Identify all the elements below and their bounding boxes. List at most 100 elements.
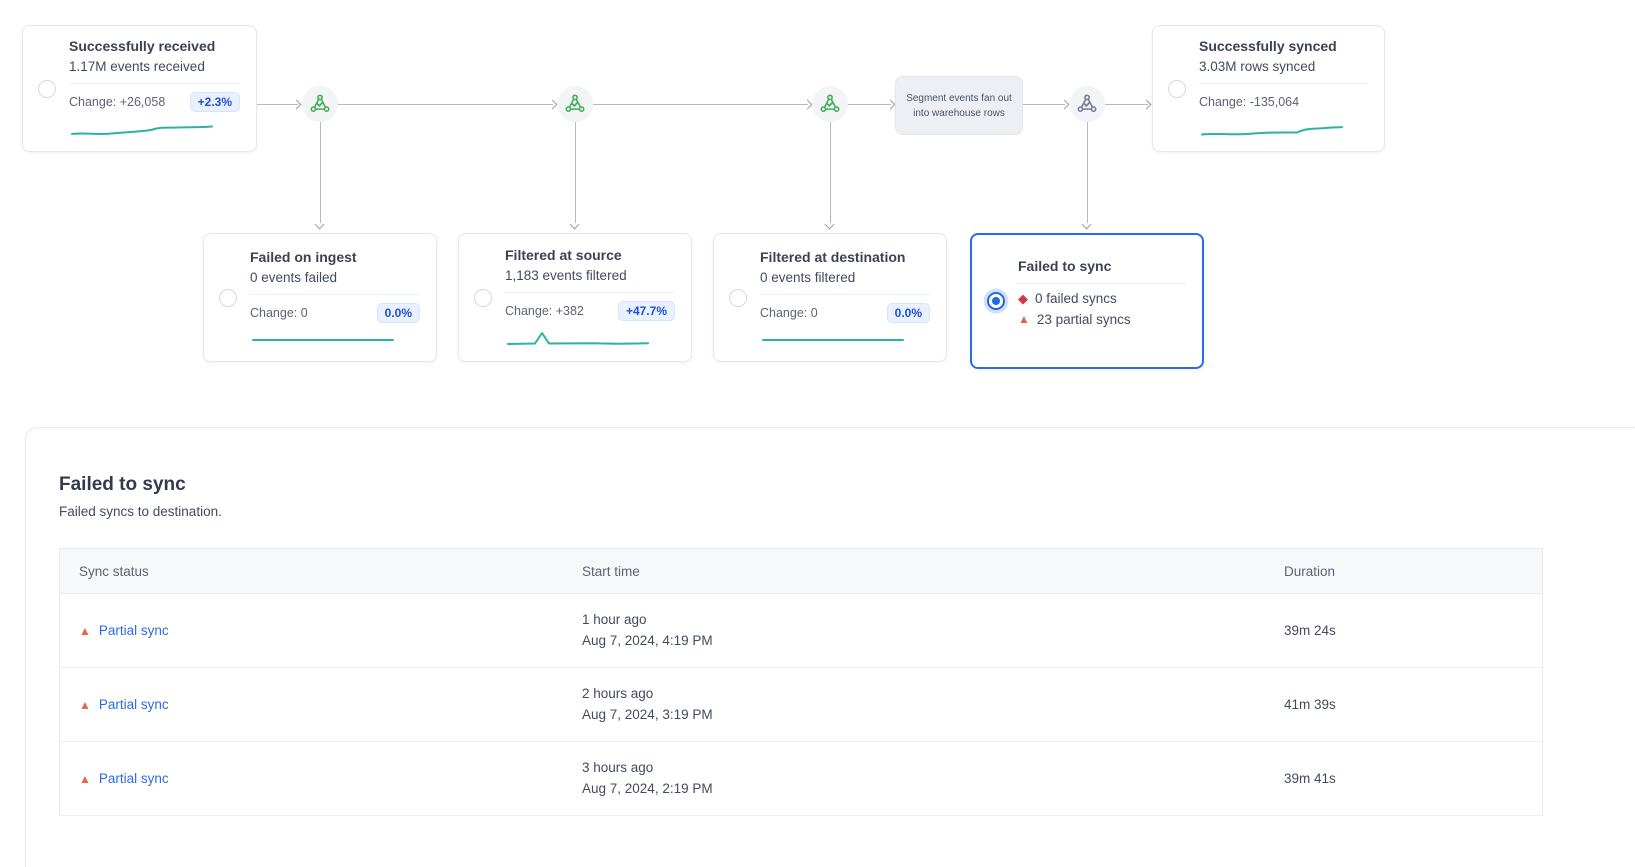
card-title: Failed on ingest	[250, 249, 420, 265]
connector-line	[575, 122, 576, 223]
arrow-right-icon	[548, 99, 558, 109]
card-title: Successfully synced	[1199, 38, 1368, 54]
timestamp: Aug 7, 2024, 3:19 PM	[582, 705, 1265, 725]
column-header-start-time: Start time	[562, 564, 1265, 579]
metric-card-failed-on-ingest[interactable]: Failed on ingest 0 events failed Change:…	[203, 233, 437, 362]
change-badge: 0.0%	[887, 303, 930, 323]
card-content: Successfully received 1.17M events recei…	[69, 38, 240, 139]
sparkline-synced-icon	[1199, 121, 1345, 139]
sync-table-row: ▲ Partial sync 1 hour ago Aug 7, 2024, 4…	[60, 594, 1542, 668]
arrow-right-icon	[803, 99, 813, 109]
timestamp: Aug 7, 2024, 4:19 PM	[582, 631, 1265, 651]
relative-time: 2 hours ago	[582, 684, 1265, 704]
fanout-note: Segment events fan out into warehouse ro…	[895, 76, 1023, 135]
radio-failed-to-sync[interactable]	[987, 292, 1005, 310]
sparkline-flat-icon	[760, 332, 906, 346]
failed-to-sync-panel: Failed to sync Failed syncs to destinati…	[25, 427, 1635, 867]
duration-cell: 41m 39s	[1265, 697, 1544, 712]
change-label: Change: 0	[250, 306, 308, 320]
column-header-sync-status: Sync status	[60, 564, 562, 579]
connector-line	[1087, 122, 1088, 223]
change-badge: +2.3%	[190, 92, 240, 112]
relative-time: 1 hour ago	[582, 610, 1265, 630]
card-subtitle: 3.03M rows synced	[1199, 59, 1368, 74]
triangle-warning-icon: ▲	[79, 625, 91, 637]
change-badge: +47.7%	[618, 301, 675, 321]
partial-sync-link[interactable]: Partial sync	[99, 771, 169, 786]
change-label: Change: -135,064	[1199, 95, 1299, 109]
sync-table: Sync status Start time Duration ▲ Partia…	[59, 548, 1543, 816]
arrow-down-icon	[1082, 220, 1092, 230]
diamond-error-icon: ◆	[1018, 292, 1028, 305]
duration-cell: 39m 24s	[1265, 623, 1544, 638]
card-title: Failed to sync	[1018, 258, 1186, 274]
arrow-down-icon	[315, 220, 325, 230]
metric-card-successfully-received[interactable]: Successfully received 1.17M events recei…	[22, 25, 257, 152]
card-content: Filtered at source 1,183 events filtered…	[505, 247, 675, 348]
pipeline-node-network-check-icon	[557, 86, 593, 122]
radio-filtered-at-source[interactable]	[474, 289, 492, 307]
triangle-warning-icon: ▲	[79, 773, 91, 785]
arrow-down-icon	[825, 220, 835, 230]
divider	[760, 294, 930, 295]
arrow-right-icon	[292, 99, 302, 109]
sync-table-body: ▲ Partial sync 1 hour ago Aug 7, 2024, 4…	[60, 594, 1542, 816]
partial-sync-link[interactable]: Partial sync	[99, 697, 169, 712]
relative-time: 3 hours ago	[582, 758, 1265, 778]
failed-syncs-label: 0 failed syncs	[1035, 291, 1117, 306]
change-badge: 0.0%	[377, 303, 420, 323]
connector-line	[338, 104, 553, 105]
divider	[69, 83, 240, 84]
metric-card-filtered-at-source[interactable]: Filtered at source 1,183 events filtered…	[458, 233, 692, 362]
partial-sync-link[interactable]: Partial sync	[99, 623, 169, 638]
card-content: Failed on ingest 0 events failed Change:…	[250, 249, 420, 346]
sync-table-header: Sync status Start time Duration	[60, 549, 1542, 594]
pipeline-node-network-check-icon	[812, 86, 848, 122]
divider	[1018, 283, 1186, 284]
change-label: Change: 0	[760, 306, 818, 320]
metric-card-filtered-at-destination[interactable]: Filtered at destination 0 events filtere…	[713, 233, 947, 362]
column-header-duration: Duration	[1265, 564, 1544, 579]
card-title: Filtered at source	[505, 247, 675, 263]
radio-successfully-synced[interactable]	[1168, 80, 1186, 98]
timestamp: Aug 7, 2024, 2:19 PM	[582, 779, 1265, 799]
connector-line	[320, 122, 321, 223]
change-label: Change: +382	[505, 304, 584, 318]
start-time-cell: 3 hours ago Aug 7, 2024, 2:19 PM	[562, 758, 1265, 799]
radio-successfully-received[interactable]	[38, 80, 56, 98]
sparkline-spike-icon	[505, 330, 651, 348]
arrow-right-icon	[886, 99, 896, 109]
metric-card-successfully-synced[interactable]: Successfully synced 3.03M rows synced Ch…	[1152, 25, 1385, 152]
sync-table-row: ▲ Partial sync 3 hours ago Aug 7, 2024, …	[60, 742, 1542, 816]
arrow-down-icon	[570, 220, 580, 230]
sparkline-flat-icon	[250, 332, 396, 346]
panel-subtitle: Failed syncs to destination.	[59, 504, 1635, 519]
duration-cell: 39m 41s	[1265, 771, 1544, 786]
card-subtitle: 1,183 events filtered	[505, 268, 675, 283]
card-subtitle: 0 events failed	[250, 270, 420, 285]
card-content: Filtered at destination 0 events filtere…	[760, 249, 930, 346]
connector-line	[593, 104, 808, 105]
metric-card-failed-to-sync[interactable]: Failed to sync ◆ 0 failed syncs ▲ 23 par…	[970, 233, 1204, 369]
pipeline-node-network-check-icon-gray	[1069, 86, 1105, 122]
card-content: Failed to sync ◆ 0 failed syncs ▲ 23 par…	[1018, 258, 1186, 345]
panel-title: Failed to sync	[59, 474, 1635, 496]
radio-failed-on-ingest[interactable]	[219, 289, 237, 307]
divider	[505, 292, 675, 293]
radio-filtered-at-destination[interactable]	[729, 289, 747, 307]
triangle-warning-icon: ▲	[79, 699, 91, 711]
divider	[250, 294, 420, 295]
delivery-overview-page: Successfully received 1.17M events recei…	[0, 0, 1635, 867]
connector-line	[830, 122, 831, 223]
sparkline-received-icon	[69, 121, 215, 139]
arrow-right-icon	[1060, 99, 1070, 109]
card-title: Successfully received	[69, 38, 240, 54]
arrow-right-icon	[1142, 99, 1152, 109]
card-content: Successfully synced 3.03M rows synced Ch…	[1199, 38, 1368, 139]
card-title: Filtered at destination	[760, 249, 930, 265]
sync-table-row: ▲ Partial sync 2 hours ago Aug 7, 2024, …	[60, 668, 1542, 742]
card-subtitle: 1.17M events received	[69, 59, 240, 74]
start-time-cell: 1 hour ago Aug 7, 2024, 4:19 PM	[562, 610, 1265, 651]
partial-syncs-label: 23 partial syncs	[1037, 312, 1131, 327]
triangle-warning-icon: ▲	[1018, 313, 1030, 325]
